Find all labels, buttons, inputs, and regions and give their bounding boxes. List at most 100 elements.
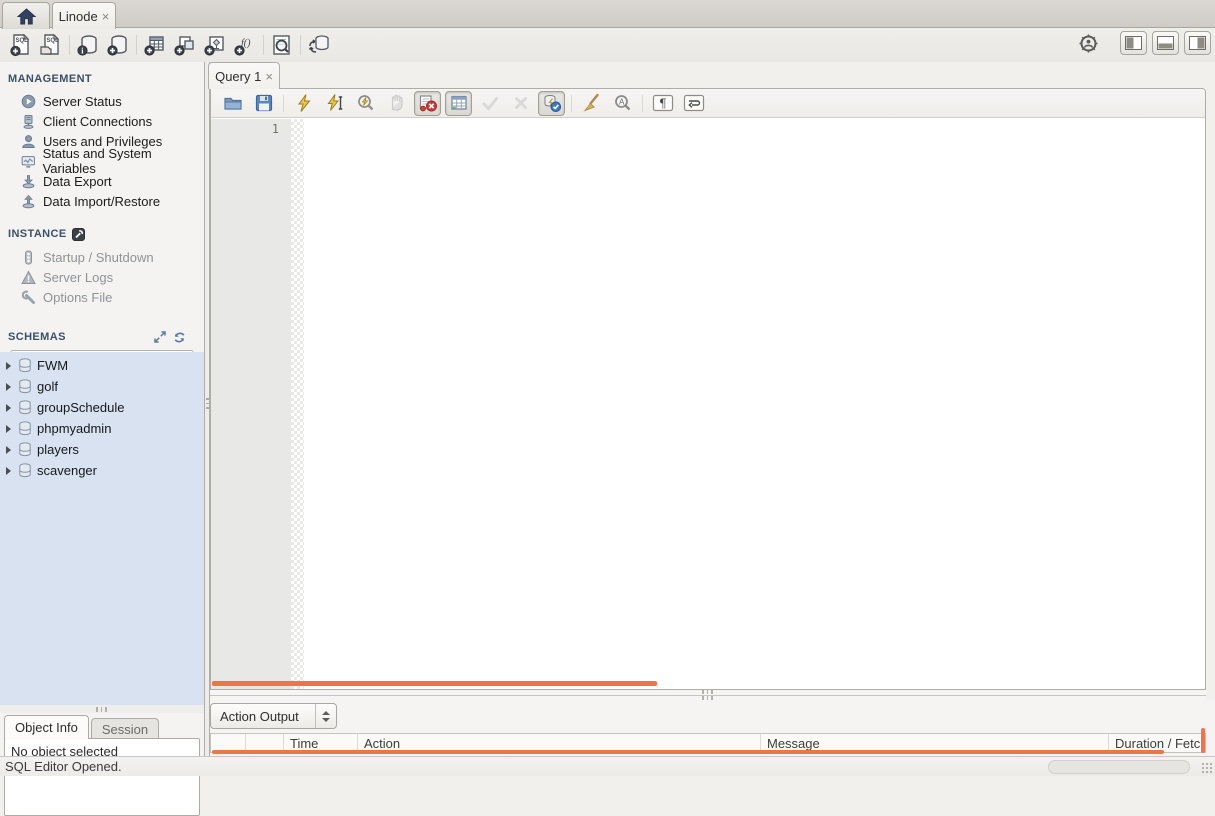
wrench-badge-icon bbox=[71, 227, 85, 241]
create-function-icon: f() bbox=[234, 38, 251, 56]
find-button[interactable]: A bbox=[609, 91, 636, 116]
status-progress-area bbox=[1048, 760, 1190, 774]
tab-label: Object Info bbox=[15, 720, 78, 735]
beautify-button[interactable] bbox=[578, 91, 605, 116]
beautify-broom-icon bbox=[582, 93, 599, 112]
toggle-right-panel-button[interactable] bbox=[1184, 31, 1211, 55]
open-script-button[interactable] bbox=[219, 91, 246, 116]
execute-button[interactable] bbox=[290, 91, 317, 116]
create-procedure-icon bbox=[204, 36, 224, 56]
expand-arrow-icon[interactable] bbox=[6, 361, 11, 370]
admin-gear-icon[interactable] bbox=[1078, 33, 1099, 54]
commit-check-icon bbox=[482, 97, 498, 111]
create-view-button[interactable] bbox=[170, 31, 200, 59]
open-sql-script-button[interactable]: SQL bbox=[36, 31, 66, 59]
rollback-button[interactable] bbox=[507, 91, 534, 116]
schema-row-fwm[interactable]: FWM bbox=[0, 355, 204, 376]
toggle-autocommit-button[interactable] bbox=[538, 90, 565, 116]
schema-row-phpmyadmin[interactable]: phpmyadmin bbox=[0, 418, 204, 439]
toolbar-separator bbox=[571, 94, 572, 112]
create-procedure-button[interactable] bbox=[200, 31, 230, 59]
create-table-button[interactable] bbox=[140, 31, 170, 59]
create-function-button[interactable]: f() bbox=[230, 31, 260, 59]
connection-tab-linode[interactable]: Linode × bbox=[52, 2, 116, 29]
sidebar-item-options-file[interactable]: Options File bbox=[0, 287, 204, 307]
output-selector-label: Action Output bbox=[220, 708, 299, 724]
instance-header-label: INSTANCE bbox=[8, 228, 67, 240]
home-tab[interactable] bbox=[2, 2, 50, 29]
limit-rows-button[interactable] bbox=[445, 90, 472, 116]
expand-arrow-icon[interactable] bbox=[6, 424, 11, 433]
svg-text:SQL: SQL bbox=[47, 38, 60, 44]
schema-name: groupSchedule bbox=[37, 400, 125, 415]
refresh-schemas-icon[interactable] bbox=[173, 331, 186, 344]
main-editor-region: Query 1 × A ¶ 1 Action Output Time Actio… bbox=[208, 62, 1215, 756]
sidebar-horizontal-splitter[interactable] bbox=[0, 705, 204, 713]
search-data-button[interactable] bbox=[267, 31, 297, 59]
reconnect-dbms-button[interactable] bbox=[304, 31, 334, 59]
close-tab-icon[interactable]: × bbox=[102, 10, 110, 23]
expand-arrow-icon[interactable] bbox=[6, 466, 11, 475]
home-icon bbox=[16, 7, 36, 24]
schema-row-golf[interactable]: golf bbox=[0, 376, 204, 397]
editor-hscrollbar[interactable] bbox=[212, 681, 657, 686]
schema-row-players[interactable]: players bbox=[0, 439, 204, 460]
commit-button[interactable] bbox=[476, 91, 503, 116]
query-tab[interactable]: Query 1 × bbox=[208, 62, 280, 89]
expand-schemas-icon[interactable] bbox=[154, 330, 166, 343]
word-wrap-icon bbox=[683, 94, 704, 112]
tab-object-info[interactable]: Object Info bbox=[4, 715, 89, 739]
sidebar-item-status-variables[interactable]: Status and System Variables bbox=[0, 146, 204, 176]
schema-db-icon bbox=[19, 442, 31, 457]
toolbar-separator bbox=[283, 94, 284, 112]
tab-session[interactable]: Session bbox=[90, 718, 160, 739]
schema-db-icon bbox=[19, 379, 31, 394]
sidebar-item-label: Options File bbox=[43, 289, 113, 305]
output-splitter[interactable] bbox=[210, 690, 1206, 700]
expand-arrow-icon[interactable] bbox=[6, 445, 11, 454]
toggle-left-panel-button[interactable] bbox=[1120, 31, 1147, 55]
sql-editor-text[interactable] bbox=[304, 119, 1205, 689]
mysql-workbench-window: Linode × SQL SQL i f() MANAGEMENT Server… bbox=[0, 0, 1215, 816]
schemas-section-header: SCHEMAS bbox=[8, 329, 196, 345]
toolbar-separator bbox=[300, 35, 301, 55]
toggle-word-wrap-button[interactable] bbox=[680, 91, 707, 116]
sidebar-item-data-import[interactable]: Data Import/Restore bbox=[0, 191, 204, 211]
expand-arrow-icon[interactable] bbox=[6, 403, 11, 412]
new-sql-tab-button[interactable]: SQL bbox=[6, 31, 36, 59]
toggle-invisibles-button[interactable]: ¶ bbox=[649, 91, 676, 116]
reconnect-dbms-icon bbox=[308, 35, 329, 53]
options-file-icon bbox=[21, 290, 35, 304]
schema-row-groupschedule[interactable]: groupSchedule bbox=[0, 397, 204, 418]
toggle-bottom-panel-button[interactable] bbox=[1152, 31, 1179, 55]
limit-rows-icon bbox=[450, 95, 467, 110]
toggle-stop-on-error-button[interactable] bbox=[414, 90, 441, 116]
explain-button[interactable] bbox=[352, 91, 379, 116]
output-vscrollbar[interactable] bbox=[1201, 728, 1205, 753]
schema-list: FWM golf groupSchedule phpmyadmin player… bbox=[0, 352, 204, 705]
resize-grip-icon[interactable] bbox=[1200, 761, 1213, 774]
close-query-tab-icon[interactable]: × bbox=[265, 70, 273, 83]
sidebar-item-client-connections[interactable]: Client Connections bbox=[0, 111, 204, 131]
connection-info-button[interactable]: i bbox=[73, 31, 103, 59]
find-magnifier-icon: A bbox=[614, 95, 630, 111]
stop-button[interactable] bbox=[383, 91, 410, 116]
object-info-panel: No object selected bbox=[4, 738, 200, 816]
output-selector[interactable]: Action Output bbox=[210, 703, 337, 729]
spinner-arrows-icon[interactable] bbox=[315, 704, 336, 728]
create-schema-icon bbox=[107, 35, 127, 56]
output-hscrollbar[interactable] bbox=[212, 750, 1164, 754]
create-table-icon bbox=[144, 36, 164, 56]
sidebar-item-startup-shutdown[interactable]: Startup / Shutdown bbox=[0, 247, 204, 267]
main-toolbar: SQL SQL i f() bbox=[0, 28, 1215, 62]
sidebar-item-server-logs[interactable]: Server Logs bbox=[0, 267, 204, 287]
create-schema-button[interactable] bbox=[103, 31, 133, 59]
expand-arrow-icon[interactable] bbox=[6, 382, 11, 391]
sidebar-item-server-status[interactable]: Server Status bbox=[0, 91, 204, 111]
explain-icon bbox=[357, 95, 373, 111]
save-script-button[interactable] bbox=[250, 91, 277, 116]
toggle-right-panel-icon bbox=[1189, 36, 1206, 50]
schema-row-scavenger[interactable]: scavenger bbox=[0, 460, 204, 481]
execute-current-statement-button[interactable] bbox=[321, 91, 348, 116]
toggle-bottom-panel-icon bbox=[1157, 36, 1174, 50]
